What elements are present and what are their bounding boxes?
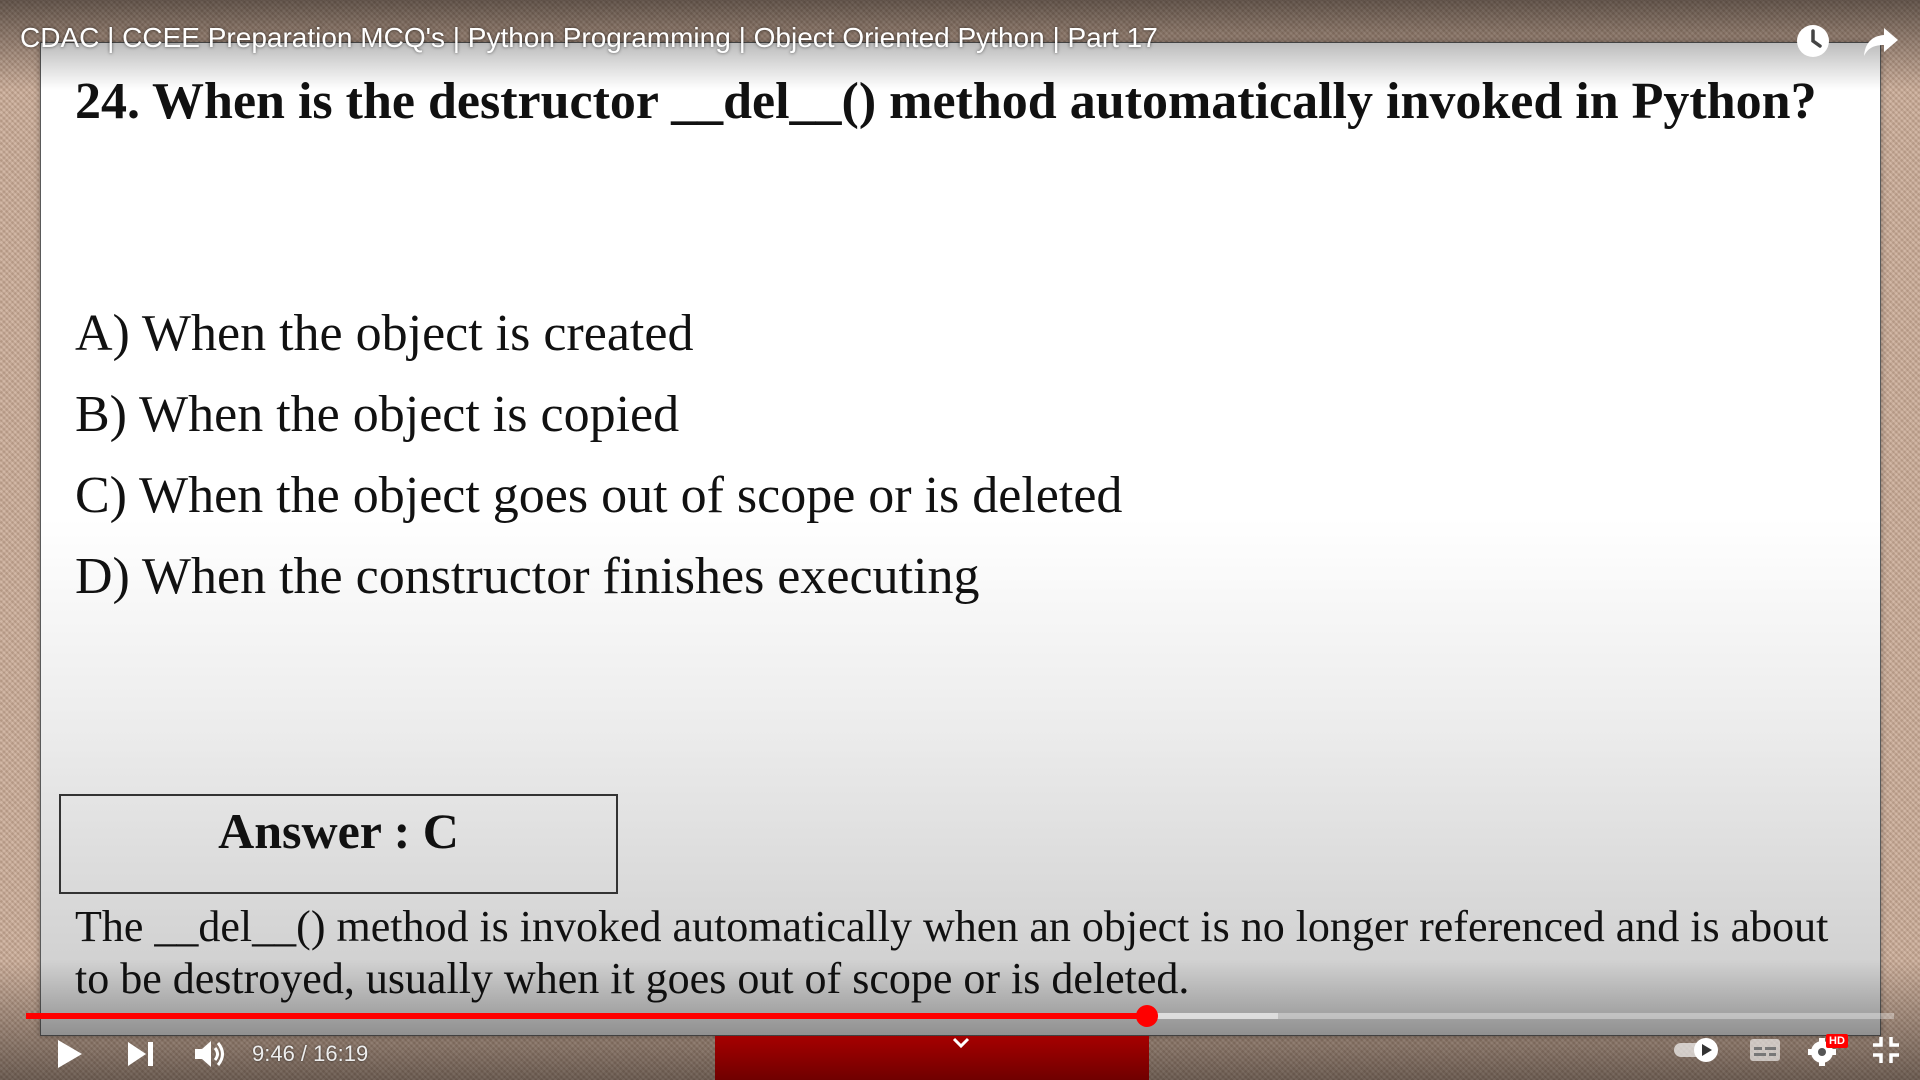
- hd-badge: HD: [1826, 1034, 1848, 1048]
- video-title[interactable]: CDAC | CCEE Preparation MCQ's | Python P…: [20, 22, 1158, 54]
- time-display: 9:46 / 16:19: [252, 1041, 369, 1066]
- options-list: A) When the object is created B) When th…: [75, 293, 1575, 617]
- answer-label: Answer : C: [218, 803, 459, 859]
- answer-box: Answer : C: [59, 794, 618, 894]
- option-c: C) When the object goes out of scope or …: [75, 467, 1123, 524]
- volume-icon[interactable]: [190, 1034, 230, 1074]
- chevron-down-icon[interactable]: [951, 1036, 971, 1050]
- exit-fullscreen-icon[interactable]: [1870, 1034, 1902, 1071]
- top-right-controls: [1792, 20, 1902, 62]
- share-icon[interactable]: [1860, 20, 1902, 62]
- progress-played: [26, 1013, 1147, 1019]
- progress-bar[interactable]: [26, 1005, 1894, 1027]
- next-icon[interactable]: [120, 1034, 160, 1074]
- right-controls: HD: [1672, 1032, 1902, 1073]
- overlay-thumbnail[interactable]: [715, 1036, 1149, 1080]
- option-b: B) When the object is copied: [75, 386, 680, 443]
- autoplay-toggle-icon[interactable]: [1672, 1035, 1724, 1070]
- left-controls: 9:46 / 16:19: [50, 1034, 368, 1074]
- play-icon[interactable]: [50, 1034, 90, 1074]
- subtitles-icon[interactable]: [1748, 1035, 1782, 1070]
- progress-scrubber-handle[interactable]: [1135, 1005, 1158, 1027]
- option-a: A) When the object is created: [75, 305, 694, 362]
- option-d: D) When the constructor finishes executi…: [75, 548, 980, 605]
- video-frame-slide: 24. When is the destructor __del__() met…: [40, 42, 1881, 1036]
- video-player[interactable]: 24. When is the destructor __del__() met…: [0, 0, 1920, 1080]
- watch-later-icon[interactable]: [1792, 20, 1834, 62]
- settings-icon[interactable]: HD: [1806, 1032, 1848, 1073]
